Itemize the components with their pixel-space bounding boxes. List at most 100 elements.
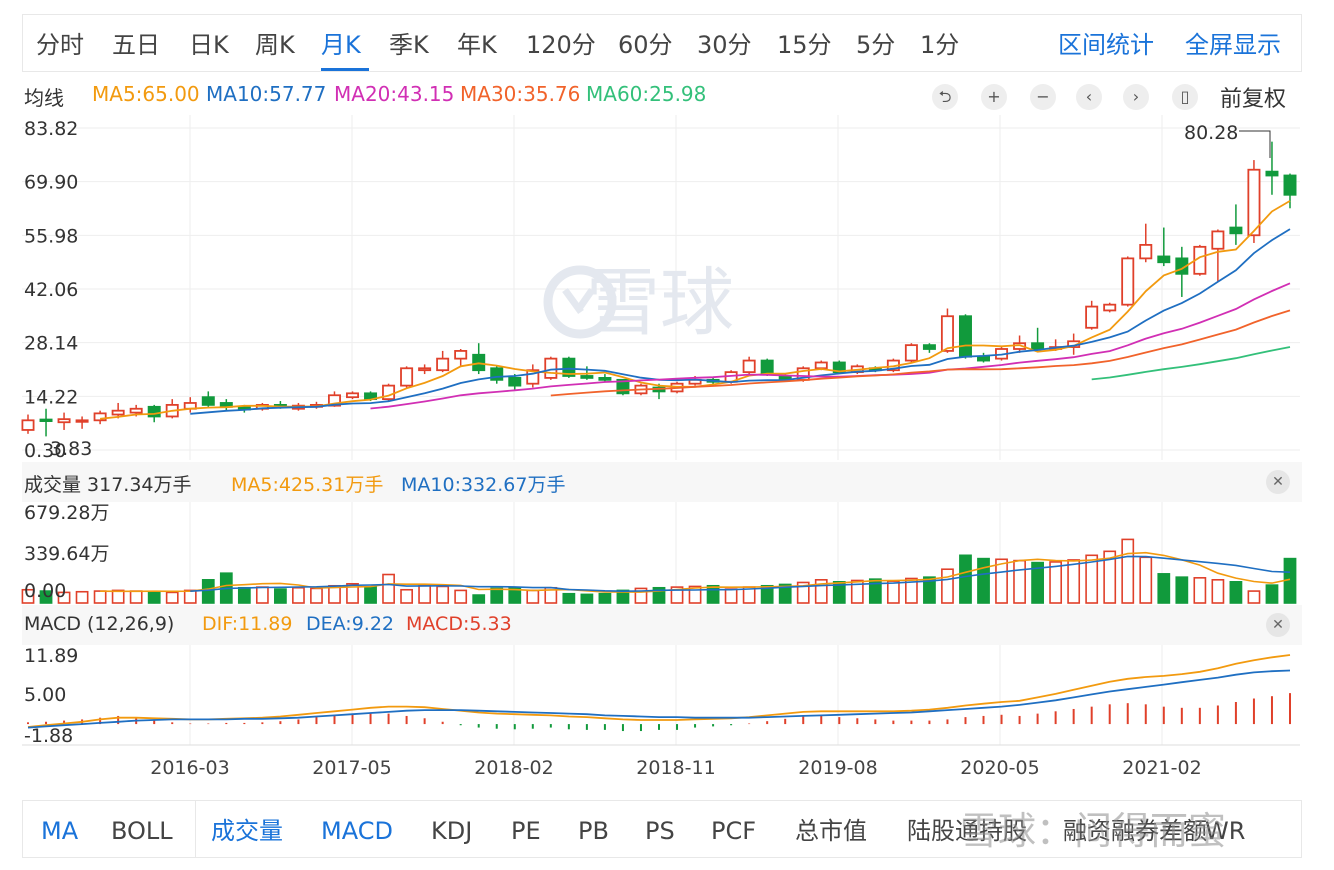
- indicator-tab-0[interactable]: MA: [41, 801, 78, 857]
- candle-body: [940, 315, 954, 352]
- ma20-line: [370, 282, 1291, 410]
- volume-bar: [1013, 559, 1026, 604]
- candle-body: [57, 418, 71, 424]
- candle-body: [1121, 257, 1135, 306]
- indicator-tab-9[interactable]: 总市值: [795, 801, 867, 857]
- candle-body: [39, 418, 53, 422]
- volume-bar: [129, 590, 143, 604]
- candle-body: [598, 377, 612, 381]
- volume-bar: [1139, 556, 1153, 604]
- max-price-label: 80.28: [1184, 122, 1238, 144]
- volume-panel: [21, 538, 1297, 604]
- candle-body: [922, 344, 936, 350]
- macd-tick-label: 11.89: [24, 645, 78, 667]
- candle-body: [580, 375, 594, 379]
- kline-chart[interactable]: 雪球 83.8269.9055.9842.0628.1414.220.30679…: [0, 0, 1334, 790]
- candle-body: [1211, 230, 1225, 250]
- indicator-tab-8[interactable]: PCF: [711, 801, 756, 857]
- candle-body: [544, 357, 558, 379]
- indicator-tab-1[interactable]: BOLL: [111, 801, 173, 857]
- price-tick-label: 55.98: [24, 225, 78, 247]
- candle-body: [436, 357, 450, 372]
- volume-bar: [237, 586, 251, 604]
- indicator-tab-6[interactable]: PB: [578, 801, 609, 857]
- corner-watermark: 雪球：闷得而蜜: [960, 809, 1227, 853]
- candle-body: [418, 367, 432, 372]
- x-tick-label: 2020-05: [960, 757, 1039, 779]
- candle-body: [760, 359, 774, 375]
- dea-line: [27, 669, 1291, 729]
- volume-bar: [1193, 577, 1207, 604]
- indicator-tab-2[interactable]: 成交量: [211, 801, 283, 857]
- candle-body: [21, 419, 35, 431]
- candle-body: [1157, 255, 1171, 264]
- volume-bar: [1265, 584, 1279, 604]
- volume-bar: [382, 573, 395, 604]
- candle-body: [75, 419, 89, 423]
- volume-bar: [436, 585, 450, 604]
- volume-tick-label: 339.64万: [24, 543, 109, 565]
- volume-bar: [400, 588, 413, 604]
- volume-bar: [93, 590, 107, 604]
- indicator-tab-5[interactable]: PE: [511, 801, 541, 857]
- ma10-line: [190, 228, 1291, 415]
- candle-body: [1265, 170, 1279, 177]
- axis-labels: 83.8269.9055.9842.0628.1414.220.30679.28…: [24, 118, 1202, 779]
- volume-bar: [165, 591, 179, 604]
- x-tick-label: 2017-05: [312, 757, 391, 779]
- volume-bar: [310, 587, 323, 604]
- indicator-tab-3[interactable]: MACD: [321, 801, 393, 857]
- volume-bar: [1175, 576, 1189, 604]
- candle-body: [742, 359, 756, 374]
- candle-body: [111, 409, 125, 416]
- candle-body: [454, 350, 468, 360]
- price-tick-label: 83.82: [24, 118, 78, 140]
- volume-bar: [147, 590, 161, 604]
- volume-bar: [454, 589, 468, 604]
- candle-body: [201, 396, 215, 406]
- candle-body: [1229, 226, 1243, 235]
- volume-bar: [1211, 579, 1225, 604]
- volume-bar: [1067, 559, 1081, 604]
- volume-bar: [201, 579, 215, 604]
- min-price-label: 3.83: [50, 438, 92, 460]
- volume-bar: [941, 568, 954, 604]
- volume-bar: [75, 590, 89, 604]
- volume-tick-label: 679.28万: [24, 502, 109, 524]
- x-tick-label: 2016-03: [150, 757, 229, 779]
- volume-bar: [472, 594, 486, 604]
- price-tick-label: 69.90: [24, 172, 78, 194]
- x-tick-label: 2019-08: [798, 757, 877, 779]
- volume-bar: [959, 554, 972, 604]
- candle-body: [129, 407, 143, 414]
- volume-bar: [1121, 538, 1135, 604]
- candle-body: [1139, 243, 1153, 260]
- candle-body: [147, 405, 161, 418]
- macd-panel: [27, 654, 1291, 732]
- price-tick-label: 14.22: [24, 386, 78, 408]
- volume-bar: [977, 557, 990, 604]
- indicator-tab-7[interactable]: PS: [645, 801, 675, 857]
- candle-body: [400, 367, 414, 387]
- volume-bar: [1157, 573, 1171, 604]
- ma60-line: [1091, 346, 1291, 381]
- volume-bar: [1049, 561, 1063, 604]
- volume-bar: [490, 587, 504, 604]
- candle-body: [1103, 303, 1117, 312]
- candle-body: [1031, 342, 1045, 350]
- volume-bar: [418, 584, 432, 604]
- volume-bar: [1247, 590, 1261, 604]
- volume-bar: [183, 589, 197, 604]
- candle-body: [814, 361, 828, 370]
- volume-bar: [580, 593, 594, 604]
- max-price-leader: [1239, 130, 1271, 158]
- x-tick-label: 2018-02: [474, 757, 553, 779]
- candle-body: [346, 392, 360, 399]
- indicator-tab-4[interactable]: KDJ: [431, 801, 472, 857]
- candle-body: [1085, 305, 1099, 329]
- volume-bar: [364, 586, 377, 604]
- candle-body: [1283, 174, 1297, 196]
- volume-bar: [995, 558, 1008, 604]
- candle-body: [977, 355, 991, 362]
- volume-bar: [292, 586, 305, 604]
